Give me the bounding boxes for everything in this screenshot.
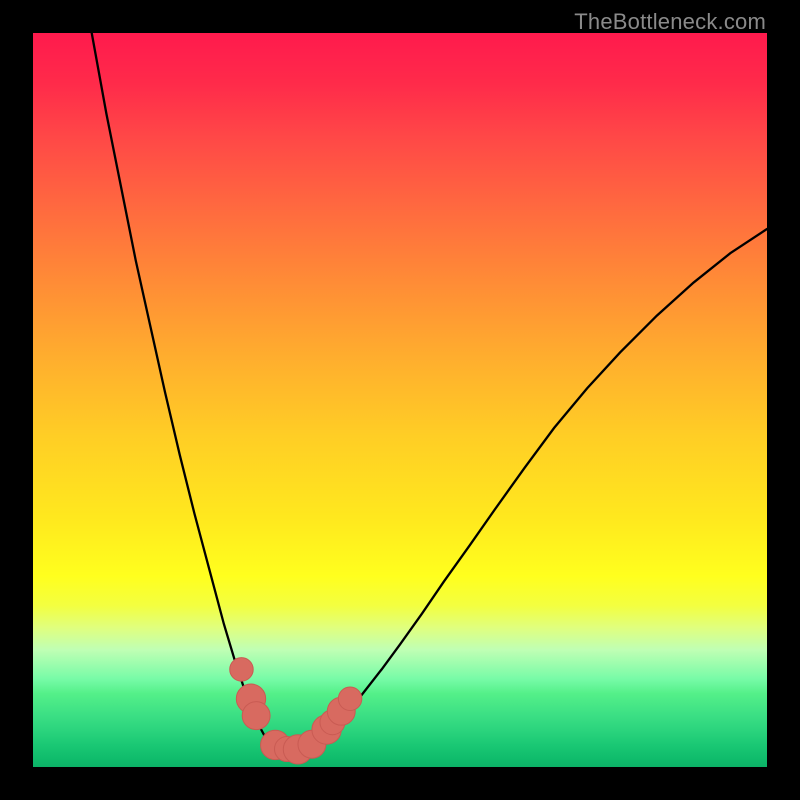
bottleneck-curve [92,33,767,753]
watermark-text: TheBottleneck.com [574,9,766,35]
data-marker [242,702,270,730]
plot-svg [33,33,767,767]
data-marker [338,687,361,710]
chart-canvas: TheBottleneck.com [0,0,800,800]
data-marker [230,658,253,681]
